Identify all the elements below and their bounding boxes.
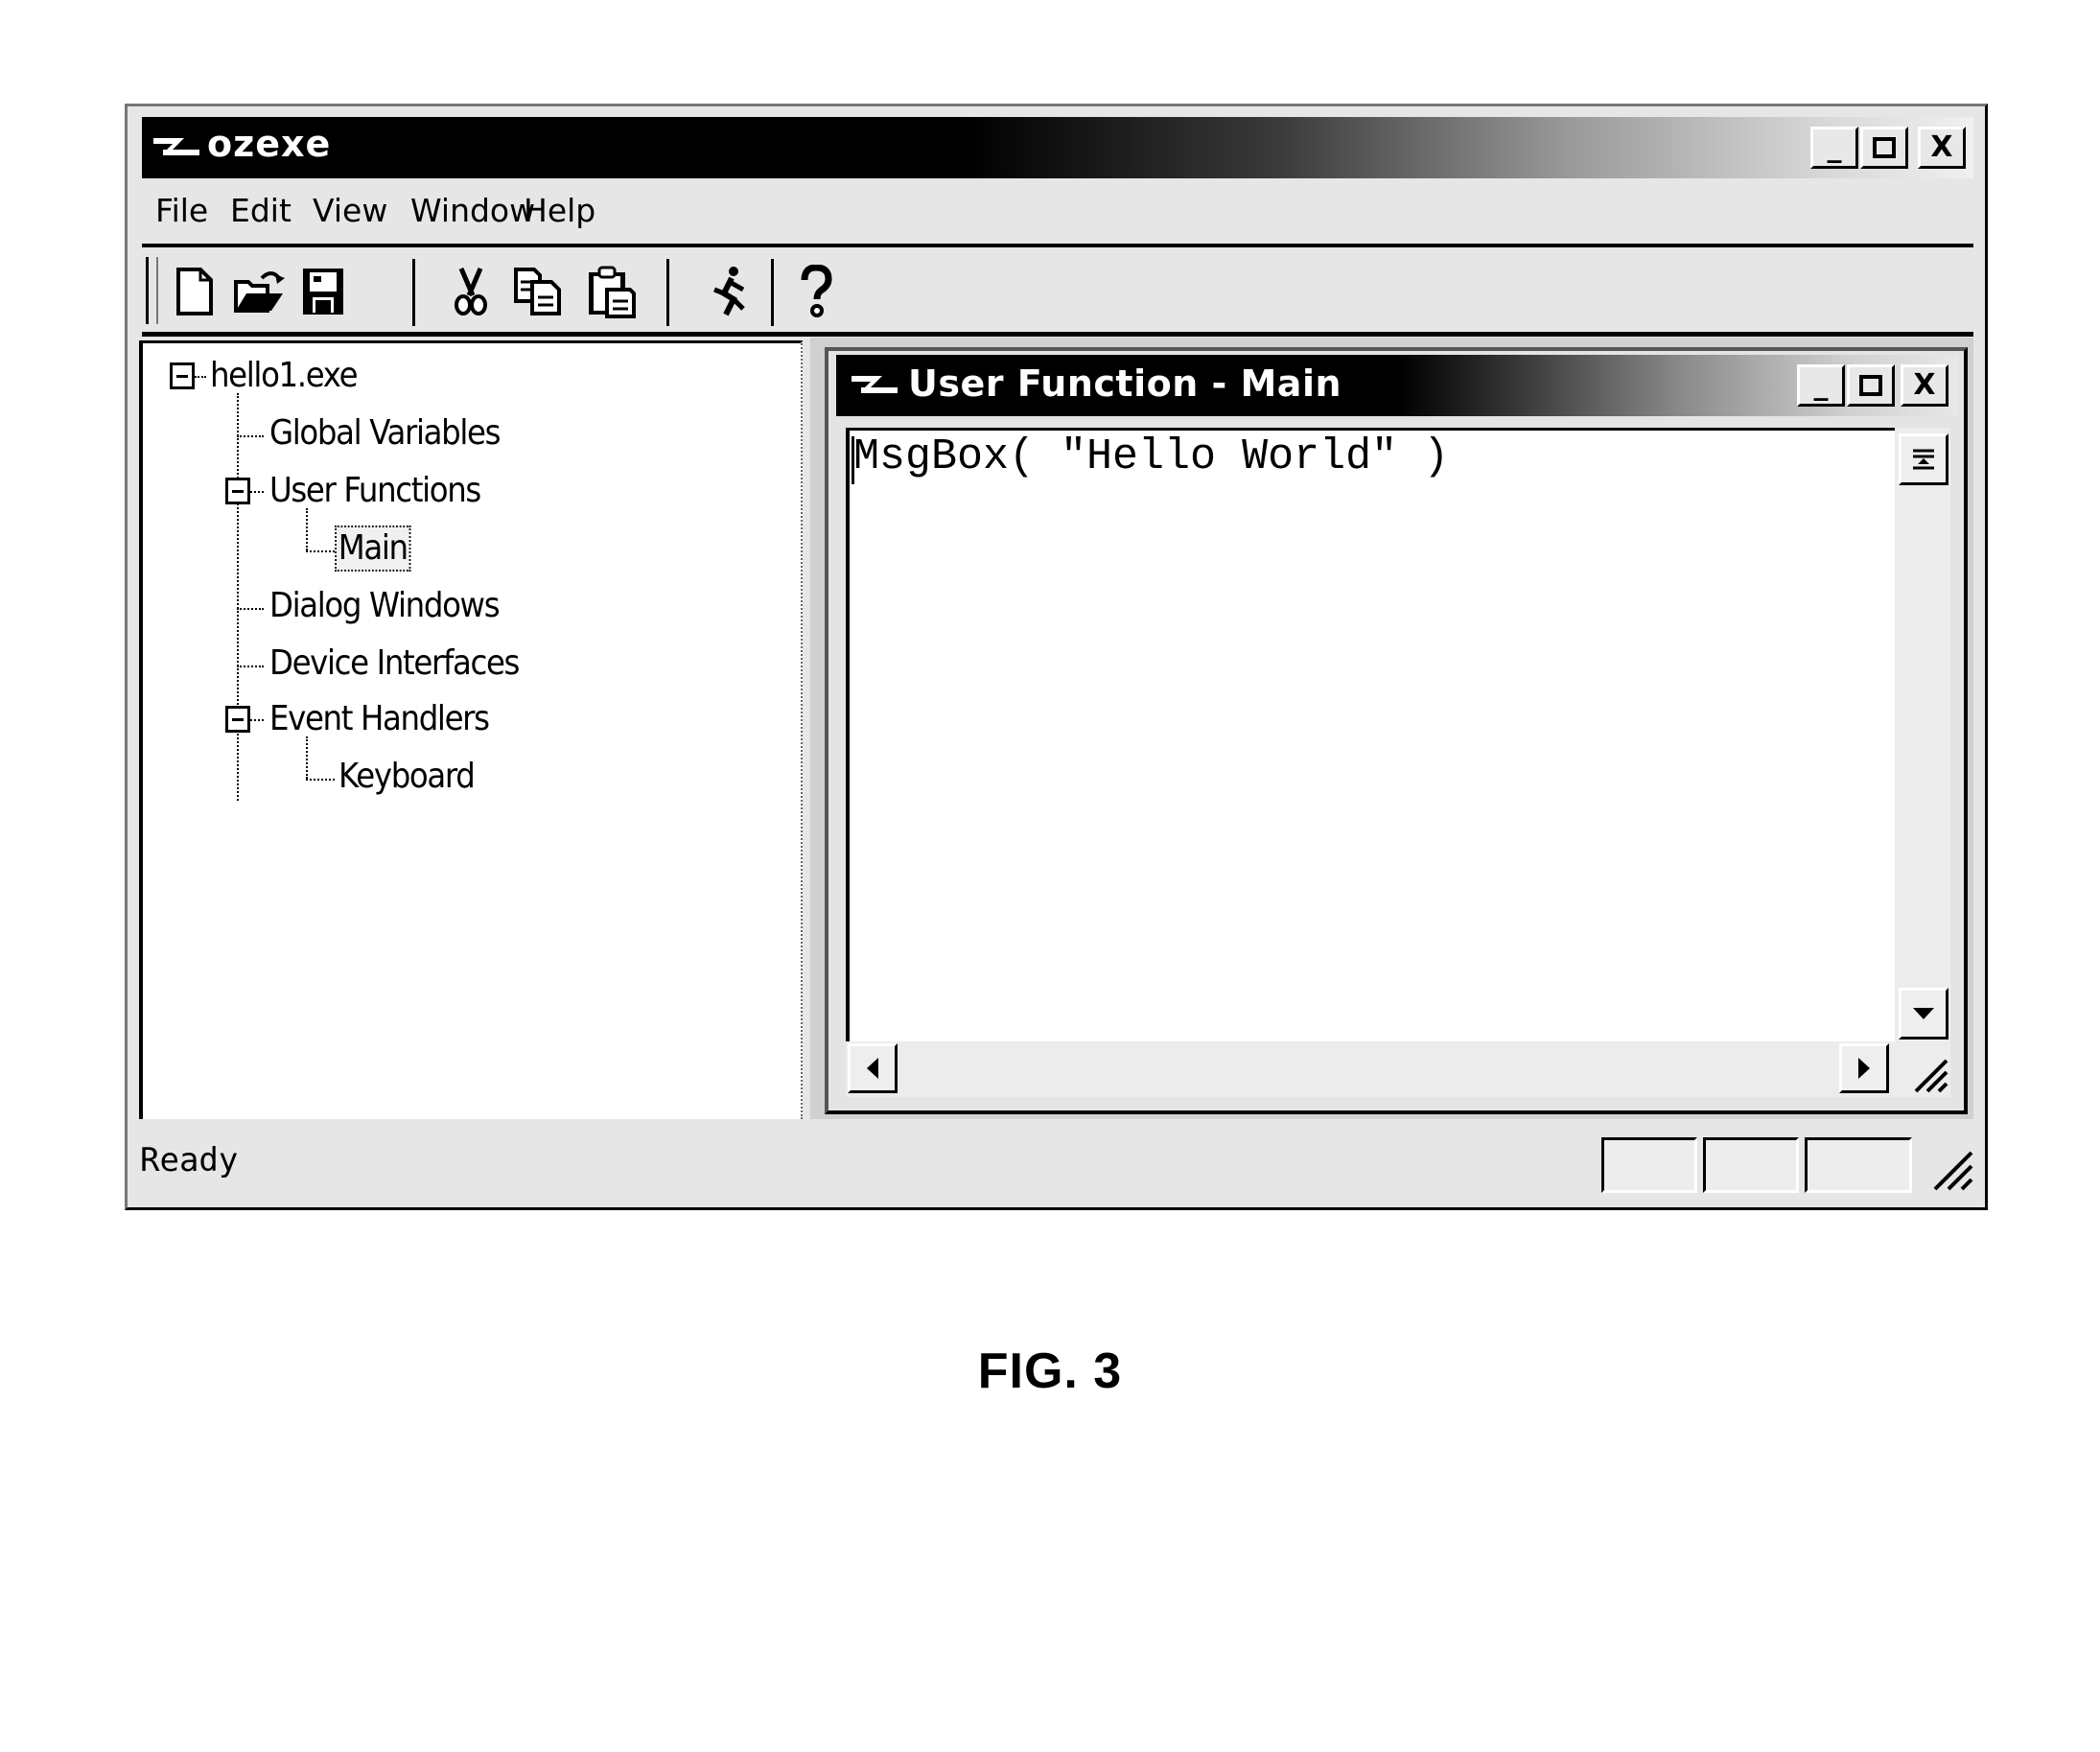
tree-connector: [306, 508, 308, 550]
app-titlebar[interactable]: ozexe _ X: [142, 117, 1973, 178]
toolbar-grip[interactable]: [146, 257, 158, 324]
tree-item-device-interfaces[interactable]: Device Interfaces: [269, 642, 520, 685]
toolbar-divider: [142, 332, 1973, 337]
tree-connector: [306, 736, 308, 779]
window-resize-grip[interactable]: [1922, 1139, 1975, 1193]
save-button[interactable]: [295, 263, 351, 320]
scroll-right-button[interactable]: [1839, 1043, 1889, 1093]
running-figure-icon: [713, 267, 745, 316]
tree-connector: [306, 779, 335, 781]
scroll-left-button[interactable]: [848, 1043, 898, 1093]
paste-button[interactable]: [583, 263, 639, 320]
editor-maximize-button[interactable]: [1847, 364, 1895, 407]
status-bar: Ready: [134, 1124, 1983, 1204]
new-button[interactable]: [167, 263, 222, 320]
tree-item-global-variables[interactable]: Global Variables: [269, 412, 501, 455]
minimize-icon: _: [1813, 368, 1829, 402]
close-icon: X: [1913, 368, 1936, 402]
toolbar-separator: [412, 259, 415, 326]
project-tree[interactable]: hello1.exe Global Variables User Functio…: [139, 340, 803, 1119]
resize-grip-icon: [1933, 1151, 1973, 1191]
menu-file[interactable]: File: [155, 192, 208, 230]
tree-connector: [237, 608, 264, 610]
collapse-toggle-icon[interactable]: [170, 362, 195, 389]
app-title: ozexe: [207, 123, 332, 165]
scroll-right-arrow-icon: [1858, 1058, 1870, 1079]
scroll-up-arrow-icon: [1913, 449, 1934, 470]
code-editor[interactable]: MsgBox( "Hello World" ): [846, 428, 1950, 1041]
app-logo-icon: [153, 138, 199, 155]
code-text[interactable]: MsgBox( "Hello World" ): [853, 431, 1449, 484]
toolbar: [144, 251, 1971, 332]
tree-connector: [237, 393, 239, 801]
tree-connector: [250, 491, 264, 493]
scissors-icon: [455, 268, 487, 315]
editor-minimize-button[interactable]: _: [1797, 364, 1845, 407]
tree-item-main[interactable]: Main: [335, 526, 411, 572]
editor-resize-grip[interactable]: [1901, 1045, 1954, 1099]
scroll-down-arrow-icon: [1913, 1008, 1934, 1019]
status-panel-3: [1805, 1137, 1912, 1193]
status-text: Ready: [140, 1141, 239, 1180]
collapse-toggle-icon[interactable]: [225, 706, 250, 733]
tree-item-event-handlers[interactable]: Event Handlers: [269, 698, 490, 740]
tree-item-keyboard[interactable]: Keyboard: [338, 756, 476, 798]
app-logo-icon: [852, 376, 898, 393]
tree-connector: [195, 376, 206, 378]
status-panel-2: [1703, 1137, 1799, 1193]
tree-item-user-functions[interactable]: User Functions: [269, 470, 481, 512]
menu-bar: File Edit View Window Help: [142, 182, 1973, 242]
open-folder-icon: [234, 271, 285, 313]
maximize-icon: [1873, 137, 1896, 158]
maximize-button[interactable]: [1860, 127, 1908, 169]
status-panel-1: [1601, 1137, 1697, 1193]
help-question-icon: [801, 265, 832, 317]
copy-button[interactable]: [510, 263, 566, 320]
tree-connector: [306, 550, 335, 552]
tree-connector: [250, 719, 264, 721]
scroll-down-button[interactable]: [1899, 988, 1948, 1040]
menu-help[interactable]: Help: [524, 192, 595, 230]
scroll-left-arrow-icon: [867, 1058, 878, 1079]
figure-caption: FIG. 3: [977, 1343, 1123, 1399]
maximize-icon: [1859, 375, 1882, 396]
horizontal-scrollbar[interactable]: [846, 1041, 1950, 1097]
minimize-icon: _: [1827, 130, 1842, 164]
collapse-toggle-icon[interactable]: [225, 478, 250, 504]
vertical-scrollbar[interactable]: [1895, 428, 1950, 1041]
tree-connector: [237, 666, 264, 667]
menu-edit[interactable]: Edit: [230, 192, 292, 230]
editor-titlebar[interactable]: User Function - Main _ X: [836, 355, 1958, 416]
tree-connector: [237, 435, 264, 437]
save-disk-icon: [303, 269, 343, 315]
run-button[interactable]: [702, 263, 758, 320]
paste-clipboard-icon: [589, 266, 636, 318]
editor-close-button[interactable]: X: [1901, 364, 1948, 407]
resize-grip-icon: [1914, 1059, 1948, 1093]
minimize-button[interactable]: _: [1810, 127, 1858, 169]
help-button[interactable]: [788, 263, 844, 320]
new-document-icon: [176, 268, 213, 315]
open-button[interactable]: [232, 263, 288, 320]
menu-divider: [142, 244, 1973, 247]
editor-title: User Function - Main: [908, 362, 1342, 405]
toolbar-separator: [771, 259, 774, 326]
close-button[interactable]: X: [1918, 127, 1966, 169]
menu-view[interactable]: View: [313, 192, 387, 230]
scroll-up-button[interactable]: [1899, 433, 1948, 485]
cut-button[interactable]: [443, 263, 499, 320]
close-icon: X: [1930, 130, 1953, 164]
tree-item-root[interactable]: hello1.exe: [210, 355, 359, 397]
toolbar-separator: [666, 259, 669, 326]
menu-window[interactable]: Window: [410, 192, 535, 230]
tree-item-dialog-windows[interactable]: Dialog Windows: [269, 585, 501, 627]
copy-icon: [514, 268, 561, 315]
